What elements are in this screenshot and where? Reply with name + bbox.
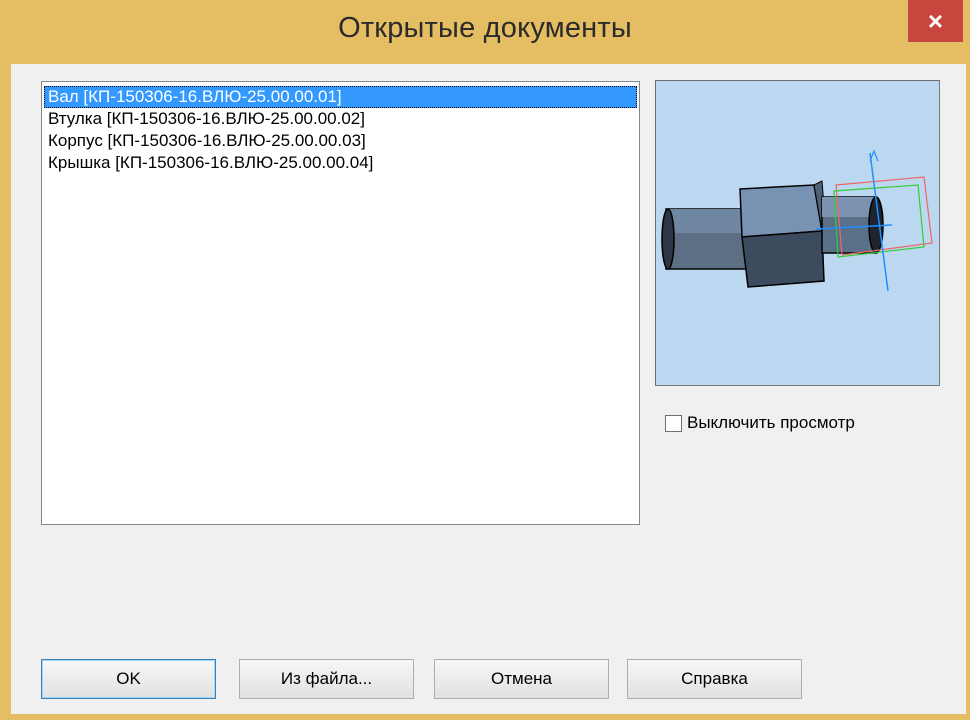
disable-preview-option[interactable]: Выключить просмотр	[665, 412, 855, 434]
shaft-3d-model-image	[661, 149, 933, 292]
list-item[interactable]: Корпус [КП-150306-16.ВЛЮ-25.00.00.03]	[44, 130, 637, 152]
title-bar[interactable]: Открытые документы ×	[0, 0, 970, 73]
dialog-title: Открытые документы	[338, 12, 632, 44]
close-icon: ×	[927, 5, 944, 36]
close-button[interactable]: ×	[908, 0, 963, 42]
list-item[interactable]: Крышка [КП-150306-16.ВЛЮ-25.00.00.04]	[44, 152, 637, 174]
from-file-button[interactable]: Из файла...	[239, 659, 414, 699]
document-preview	[655, 80, 940, 386]
list-item[interactable]: Втулка [КП-150306-16.ВЛЮ-25.00.00.02]	[44, 108, 637, 130]
ok-button[interactable]: OK	[41, 659, 216, 699]
disable-preview-label: Выключить просмотр	[687, 413, 855, 432]
cancel-button[interactable]: Отмена	[434, 659, 609, 699]
help-button[interactable]: Справка	[627, 659, 802, 699]
list-item[interactable]: Вал [КП-150306-16.ВЛЮ-25.00.00.01]	[44, 86, 637, 108]
dialog-window: Открытые документы × Вал [КП-150306-16.В…	[0, 0, 970, 720]
documents-list[interactable]: Вал [КП-150306-16.ВЛЮ-25.00.00.01] Втулк…	[41, 81, 640, 525]
disable-preview-checkbox[interactable]	[665, 414, 682, 432]
